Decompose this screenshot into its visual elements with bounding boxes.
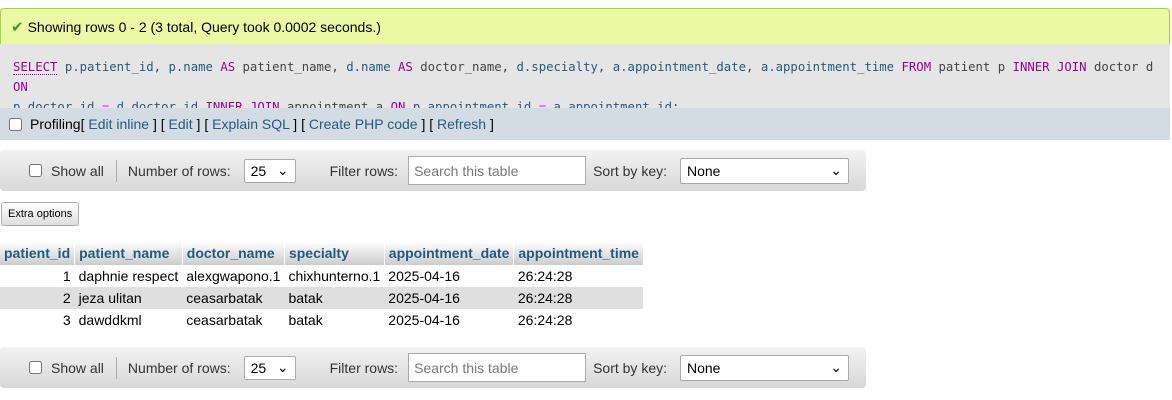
- cell-patient_name: dawddkml: [74, 309, 183, 331]
- rows-value: 25: [250, 162, 267, 179]
- column-header-patient_name[interactable]: patient_name: [74, 241, 183, 265]
- chevron-down-icon: ⌄: [830, 359, 842, 375]
- chevron-down-icon: ⌄: [276, 162, 289, 178]
- sql-token: INNER JOIN: [1012, 60, 1087, 74]
- sort-value: None: [687, 359, 721, 376]
- sql-token: ,: [153, 60, 169, 74]
- cell-specialty: chixhunterno.1: [284, 265, 385, 287]
- cell-specialty: batak: [284, 287, 385, 309]
- profiling-checkbox[interactable]: [9, 117, 22, 131]
- divider: [115, 159, 117, 182]
- table-header-row: patient_id patient_name doctor_name special…: [0, 241, 644, 265]
- cell-appointment_time: 26:24:28: [513, 265, 644, 287]
- sort-select[interactable]: None ⌄: [680, 157, 849, 184]
- sql-token: ,: [597, 60, 613, 74]
- success-text: Showing rows 0 - 2 (3 total, Query took …: [27, 18, 381, 35]
- sql-token: a.appointment_time: [760, 60, 895, 74]
- link-explain-sql[interactable]: Explain SQL: [212, 116, 289, 132]
- sql-line: SELECT p.patient_id, p.name AS patient_n…: [13, 57, 1170, 97]
- cell-appointment_time: 26:24:28: [513, 287, 644, 309]
- sort-label: Sort by key:: [593, 162, 667, 179]
- sql-token: p.patient_id: [64, 60, 154, 74]
- show-all-checkbox[interactable]: [29, 361, 42, 374]
- show-all-label: Show all: [51, 359, 104, 376]
- link-create-php-code[interactable]: Create PHP code: [309, 116, 418, 132]
- chevron-down-icon: ⌄: [830, 162, 842, 178]
- column-header-appointment_date[interactable]: appointment_date: [384, 241, 515, 265]
- divider: [115, 356, 117, 379]
- sort-select[interactable]: None ⌄: [680, 354, 849, 381]
- table-row[interactable]: 2 jeza ulitan ceasarbatak batak 2025-04-16 26…: [0, 287, 644, 309]
- filter-label: Filter rows:: [329, 162, 399, 179]
- navigation-bar-bottom: Show all Number of rows: 25 ⌄ Filter rows…: [0, 347, 866, 388]
- cell-appointment_date: 2025-04-16: [384, 265, 514, 287]
- chevron-down-icon: ⌄: [276, 359, 289, 375]
- rows-label: Number of rows:: [127, 359, 231, 376]
- sql-token: AS: [398, 60, 413, 74]
- success-message: ✔ Showing rows 0 - 2 (3 total, Query too…: [0, 8, 1170, 44]
- results-table: patient_id patient_name doctor_name special…: [0, 241, 644, 331]
- cell-specialty: batak: [284, 309, 385, 331]
- rows-label: Number of rows:: [127, 162, 231, 179]
- sort-value: None: [687, 162, 721, 179]
- sort-label: Sort by key:: [593, 359, 667, 376]
- navigation-bar-top: Show all Number of rows: 25 ⌄ Filter rows…: [0, 150, 866, 191]
- sql-token: doctor d: [1086, 60, 1154, 74]
- cell-patient_name: daphnie respect: [74, 265, 183, 287]
- filter-input[interactable]: Search this table: [408, 156, 587, 185]
- filter-input[interactable]: Search this table: [408, 353, 587, 382]
- link-edit[interactable]: Edit: [169, 116, 193, 132]
- table-row[interactable]: 3 dawddkml ceasarbatak batak 2025-04-16 26:24…: [0, 309, 644, 331]
- cell-patient_id: 3: [0, 309, 75, 331]
- cell-appointment_date: 2025-04-16: [384, 287, 514, 309]
- sql-token: FROM: [901, 60, 932, 74]
- rows-select[interactable]: 25 ⌄: [243, 158, 296, 183]
- sql-token: p.name: [168, 60, 213, 74]
- sql-token: patient_name,: [235, 60, 347, 74]
- cell-appointment_time: 26:24:28: [513, 309, 644, 331]
- sql-token: ,: [746, 60, 761, 74]
- cell-doctor_name: ceasarbatak: [182, 309, 285, 331]
- query-links: [ Edit inline ] [ Edit ] [ Explain SQL ]…: [80, 116, 494, 132]
- sql-token: d.specialty: [516, 60, 598, 74]
- filter-label: Filter rows:: [329, 359, 399, 376]
- rows-select[interactable]: 25 ⌄: [243, 355, 296, 380]
- sql-token: SELECT: [13, 60, 58, 75]
- sql-token: doctor_name,: [412, 60, 517, 74]
- link-refresh[interactable]: Refresh: [437, 116, 486, 132]
- profiling-bar: Profiling [ Edit inline ] [ Edit ] [ Exp…: [0, 108, 1170, 140]
- sql-token: d.name: [346, 60, 391, 74]
- show-all-label: Show all: [51, 162, 104, 179]
- column-header-doctor_name[interactable]: doctor_name: [182, 241, 285, 265]
- sql-token: AS: [220, 60, 236, 74]
- rows-value: 25: [250, 359, 267, 376]
- table-row[interactable]: 1 daphnie respect alexgwapono.1 chixhuntern…: [0, 265, 644, 287]
- sql-token: a.appointment_date: [612, 60, 746, 74]
- cell-doctor_name: alexgwapono.1: [182, 265, 285, 287]
- column-header-specialty[interactable]: specialty: [284, 241, 385, 265]
- show-all-checkbox[interactable]: [29, 164, 42, 177]
- cell-patient_name: jeza ulitan: [74, 287, 183, 309]
- sql-query: SELECT p.patient_id, p.name AS patient_n…: [0, 44, 1170, 114]
- sql-token: patient p: [931, 60, 1013, 74]
- column-header-patient_id[interactable]: patient_id: [0, 241, 76, 265]
- check-icon: ✔: [11, 18, 24, 36]
- profiling-label: Profiling: [30, 116, 81, 132]
- cell-appointment_date: 2025-04-16: [384, 309, 514, 331]
- column-header-appointment_time[interactable]: appointment_time: [513, 241, 644, 265]
- cell-doctor_name: ceasarbatak: [182, 287, 285, 309]
- cell-patient_id: 1: [0, 265, 75, 287]
- sql-token: ON: [13, 80, 28, 94]
- link-edit-inline[interactable]: Edit inline: [88, 116, 149, 132]
- cell-patient_id: 2: [0, 287, 75, 309]
- extra-options-button[interactable]: Extra options: [1, 202, 80, 226]
